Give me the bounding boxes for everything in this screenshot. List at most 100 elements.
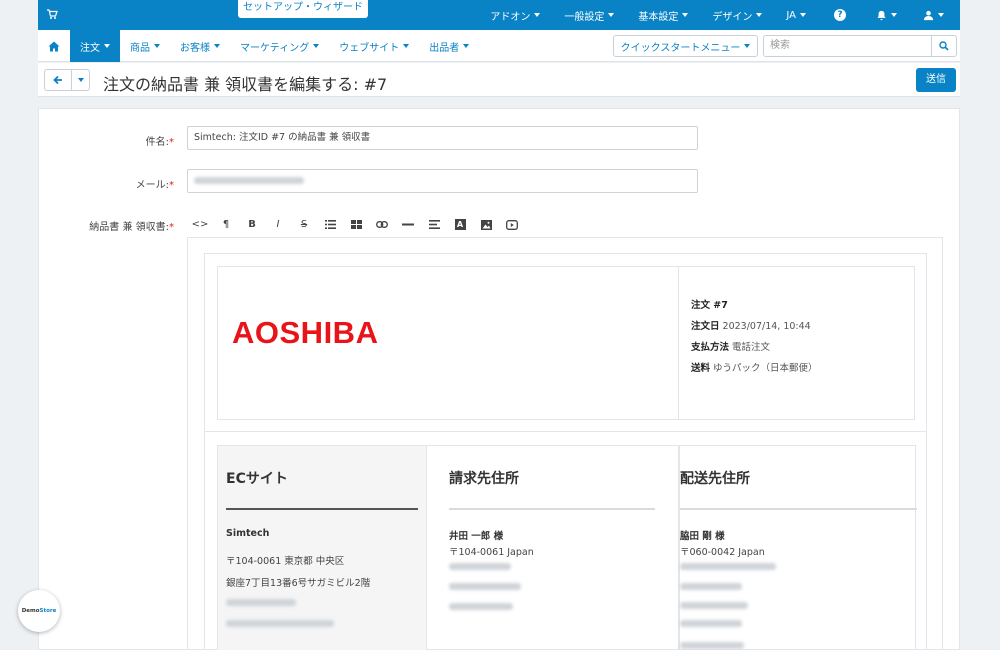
font-color-icon: A <box>454 219 466 230</box>
nav-item-vendors-label: 出品者 <box>429 42 460 54</box>
email-label-text: メール: <box>135 180 169 191</box>
search-icon <box>939 41 949 51</box>
quick-start-menu-button[interactable]: クイックスタートメニュー <box>613 35 758 57</box>
cart-icon[interactable] <box>46 8 60 22</box>
required-mark: * <box>169 222 174 233</box>
chevron-down-icon <box>104 44 110 48</box>
italic-icon: I <box>276 219 280 230</box>
order-info: 注文 #7 注文日 2023/07/14, 10:44 支払方法 電話注文 送料… <box>691 295 818 379</box>
chevron-down-icon <box>682 13 689 17</box>
send-button[interactable]: 送信 <box>916 68 956 92</box>
edit-form-card: 件名:* Simtech: 注文ID #7 の納品書 兼 領収書 メール:* 納… <box>38 108 960 650</box>
video-button[interactable] <box>499 212 525 238</box>
redacted-shipping-line3 <box>680 583 742 590</box>
help-button[interactable]: ? <box>818 9 862 21</box>
nav-item-products[interactable]: 商品 <box>120 30 170 62</box>
help-icon: ? <box>834 9 846 21</box>
menu-addons-label: アドオン <box>490 11 531 23</box>
chevron-down-icon <box>800 13 806 17</box>
link-button[interactable] <box>369 212 395 238</box>
required-mark: * <box>169 137 174 148</box>
demo-store-badge[interactable]: DemoStore <box>18 590 60 632</box>
menu-basic-settings-label: 基本設定 <box>638 11 679 23</box>
code-view-button[interactable]: <> <box>187 212 213 238</box>
email-label: メール:* <box>54 176 174 191</box>
shop-title-rule <box>226 508 418 510</box>
shop-title: ECサイト <box>226 471 288 487</box>
horizontal-rule-button[interactable] <box>395 212 421 238</box>
redacted-shop-email <box>226 620 334 627</box>
table-button[interactable] <box>343 212 369 238</box>
history-dropdown-button[interactable] <box>72 69 90 91</box>
top-bar: セットアップ・ウィザード アドオン 一般設定 基本設定 デザイン JA ? <box>38 0 960 30</box>
nav-item-customers[interactable]: お客様 <box>170 30 230 62</box>
menu-general-settings[interactable]: 一般設定 <box>552 8 626 23</box>
image-icon <box>480 219 492 230</box>
paragraph-icon: ¶ <box>222 219 230 230</box>
email-field[interactable] <box>187 169 698 193</box>
chevron-down-icon <box>154 44 160 48</box>
shipping-name: 脇田 剛 様 <box>680 531 725 542</box>
shop-address-line2: 銀座7丁目13番6号サガミビル2階 <box>226 578 371 589</box>
order-date-value: 2023/07/14, 10:44 <box>722 321 811 332</box>
chevron-down-icon <box>534 13 541 17</box>
chevron-down-icon <box>313 44 320 48</box>
invoice-header: AOSHIBA 注文 #7 注文日 2023/07/14, 10:44 支払方法… <box>217 266 915 420</box>
table-icon <box>350 220 362 229</box>
nav-item-marketing[interactable]: マーケティング <box>230 30 329 62</box>
subject-label-text: 件名: <box>145 137 169 148</box>
menu-design-label: デザイン <box>712 11 753 23</box>
list-button[interactable] <box>317 212 343 238</box>
redacted-shipping-line4 <box>680 602 748 609</box>
payment-method: 支払方法 電話注文 <box>691 337 818 358</box>
required-mark: * <box>169 180 174 191</box>
bold-button[interactable]: B <box>239 212 265 238</box>
redacted-shipping-phone <box>680 642 744 649</box>
paragraph-button[interactable]: ¶ <box>213 212 239 238</box>
align-button[interactable] <box>421 212 447 238</box>
chevron-down-icon <box>77 78 84 82</box>
subject-field[interactable]: Simtech: 注文ID #7 の納品書 兼 領収書 <box>187 126 698 150</box>
invoice-editor[interactable]: AOSHIBA 注文 #7 注文日 2023/07/14, 10:44 支払方法… <box>187 238 943 650</box>
italic-button[interactable]: I <box>265 212 291 238</box>
shipping-method-value: ゆうパック（日本郵便） <box>713 363 818 374</box>
shipping-address-line1: 〒060-0042 Japan <box>680 547 765 558</box>
nav-item-vendors[interactable]: 出品者 <box>419 30 479 62</box>
strikethrough-button[interactable]: S <box>291 212 317 238</box>
menu-general-settings-label: 一般設定 <box>564 11 605 23</box>
store-badge-text: Store <box>39 608 57 614</box>
search-button[interactable] <box>931 35 957 57</box>
chevron-down-icon <box>744 44 751 48</box>
list-icon <box>324 220 336 229</box>
code-icon: <> <box>191 219 209 230</box>
nav-item-orders[interactable]: 注文 <box>70 30 120 62</box>
font-color-button[interactable]: A <box>447 212 473 238</box>
menu-addons[interactable]: アドオン <box>478 8 552 23</box>
home-icon <box>48 41 60 51</box>
page-title: 注文の納品書 兼 領収書を編集する: #7 <box>103 75 388 94</box>
nav-item-website[interactable]: ウェブサイト <box>329 30 419 62</box>
menu-language[interactable]: JA <box>774 10 818 21</box>
bold-icon: B <box>248 219 256 230</box>
order-number: 注文 #7 <box>691 295 818 316</box>
redacted-email <box>194 177 304 184</box>
image-button[interactable] <box>473 212 499 238</box>
search-input[interactable]: 検索 <box>763 35 931 57</box>
home-button[interactable] <box>38 30 70 62</box>
chevron-down-icon <box>463 44 470 48</box>
setup-wizard-button[interactable]: セットアップ・ウィザード <box>238 0 368 18</box>
main-nav: 注文 商品 お客様 マーケティング ウェブサイト 出品者 クイックスタートメニュ… <box>38 30 960 62</box>
notifications-button[interactable] <box>862 10 911 21</box>
shipping-title-rule <box>680 508 917 510</box>
order-date: 注文日 2023/07/14, 10:44 <box>691 316 818 337</box>
back-button[interactable] <box>44 69 72 91</box>
arrow-left-icon <box>53 75 62 85</box>
editor-toolbar: <> ¶ B I S A <box>187 212 943 238</box>
shop-address-line1: 〒104-0061 東京都 中央区 <box>226 556 345 567</box>
menu-basic-settings[interactable]: 基本設定 <box>626 8 700 23</box>
menu-language-label: JA <box>786 9 796 21</box>
billing-address-line1: 〒104-0061 Japan <box>449 547 534 558</box>
user-menu-button[interactable] <box>911 10 960 21</box>
page-header: 注文の納品書 兼 領収書を編集する: #7 送信 <box>38 63 960 97</box>
menu-design[interactable]: デザイン <box>700 8 774 23</box>
